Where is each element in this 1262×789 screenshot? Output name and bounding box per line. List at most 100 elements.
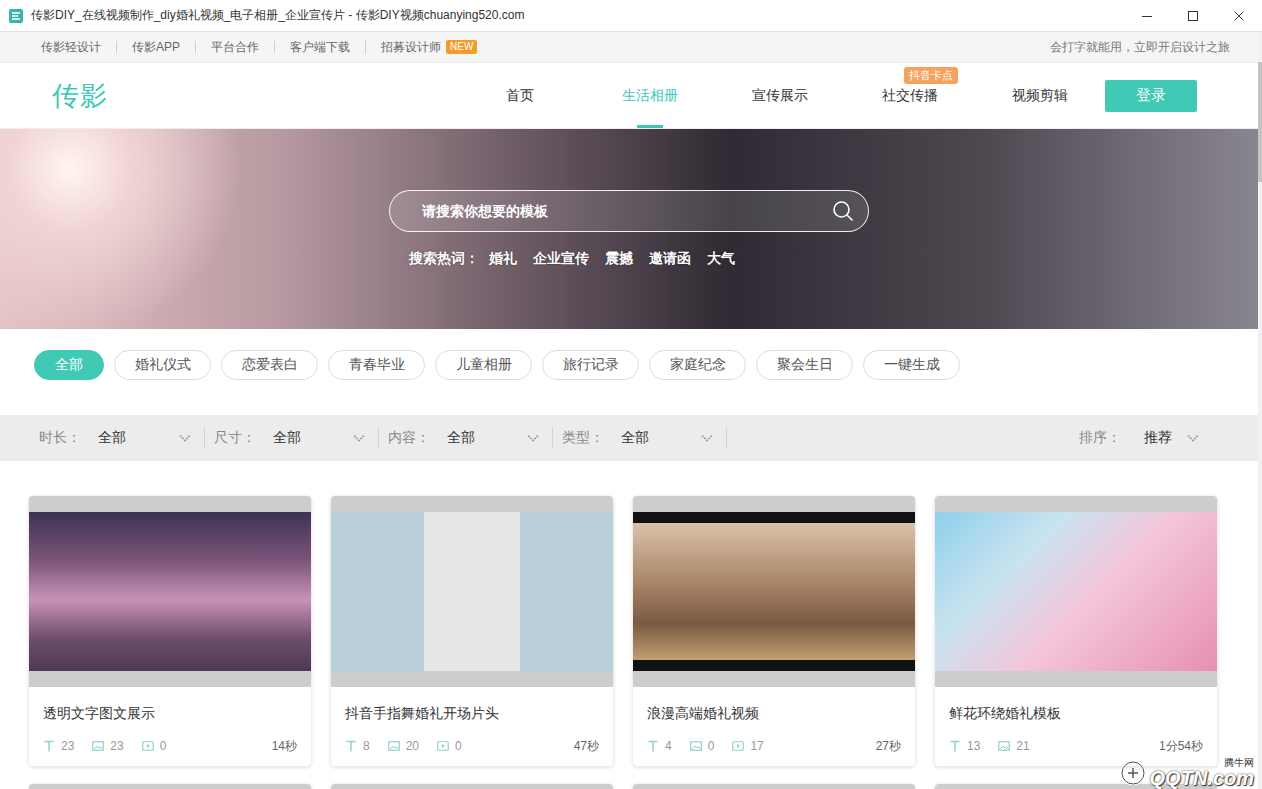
card-stats: 2323014秒 [43,736,297,756]
category-label: 一键生成 [884,356,940,374]
card-preview [29,512,311,671]
top-link-label: 平台合作 [211,41,259,53]
card-preview [633,512,915,671]
top-link-label: 传影轻设计 [41,41,101,53]
scrollbar[interactable] [1258,32,1262,789]
category-label: 家庭纪念 [670,356,726,374]
template-card[interactable]: 鲜花环绕婚礼模板13211分54秒 [935,496,1217,766]
category-label: 全部 [55,356,83,374]
nav-item[interactable]: 视频剪辑 [975,63,1105,128]
top-link-label: 客户端下载 [290,41,350,53]
template-card[interactable] [29,784,311,789]
top-link-label: 传影APP [132,41,180,53]
card-body: 浪漫高端婚礼视频401727秒 [633,687,915,766]
filter-value: 全部 [98,429,126,447]
category-pill[interactable]: 婚礼仪式 [114,350,211,380]
close-button[interactable] [1216,0,1262,31]
card-body: 抖音手指舞婚礼开场片头820047秒 [331,687,613,766]
card-duration: 27秒 [876,736,901,756]
card-title: 浪漫高端婚礼视频 [647,703,901,723]
category-bar: 全部 婚礼仪式恋爱表白青春毕业儿童相册旅行记录 家庭纪念 聚会生日 一键生成 [0,329,1258,415]
text-icon [647,740,659,752]
filter-dropdown[interactable]: 尺寸：全部 [205,427,379,449]
card-preview-frame [29,496,311,687]
hot-word[interactable]: 震撼 [605,250,633,268]
category-pill[interactable]: 儿童相册 [435,350,532,380]
top-link[interactable]: 传影轻设计 [41,41,116,53]
image-count: 23 [92,736,123,756]
category-pill[interactable]: 青春毕业 [328,350,425,380]
top-link[interactable]: 传影APP [116,41,195,53]
filter-dropdown[interactable]: 时长：全部 [39,427,205,449]
filter-dropdown[interactable]: 内容：全部 [379,427,553,449]
card-title: 透明文字图文展示 [43,703,297,723]
image-count: 0 [690,736,715,756]
hot-word[interactable]: 企业宣传 [533,250,589,268]
filter-dropdown[interactable]: 类型： 全部 [553,427,727,449]
nav-item-label: 首页 [506,87,534,105]
text-count-value: 8 [363,736,370,756]
category-pill[interactable]: 旅行记录 [542,350,639,380]
dropdown-icon[interactable] [352,433,366,443]
hero-search-column: 搜索热词：婚礼企业宣传震撼邀请函大气 [389,129,869,268]
hero-banner: 搜索热词：婚礼企业宣传震撼邀请函大气 [0,129,1258,329]
category-pill[interactable]: 恋爱表白 [221,350,318,380]
hot-words: 搜索热词：婚礼企业宣传震撼邀请函大气 [389,250,869,268]
active-underline [637,125,663,128]
template-card[interactable] [633,784,915,789]
template-card[interactable] [331,784,613,789]
nav-item[interactable]: 社交传播抖音卡点 [845,63,975,128]
filter-bar: 时长：全部尺寸：全部内容：全部类型： 全部 排序：推荐 [0,415,1258,461]
nav-item[interactable]: 宣传展示 [715,63,845,128]
category-pill[interactable]: 聚会生日 [756,350,853,380]
top-link-label: 招募设计师 [381,41,441,53]
top-link[interactable]: 平台合作 [195,41,274,53]
filter-value: 全部 [447,429,475,447]
video-count: 17 [732,736,763,756]
nav-item-label: 视频剪辑 [1012,87,1068,105]
image-icon [998,740,1010,752]
top-bar: 传影轻设计传影APP平台合作客户端下载招募设计师NEW会打字就能用，立即开启设计… [0,32,1258,63]
top-link[interactable]: 招募设计师 NEW [365,40,492,54]
scrollbar-thumb[interactable] [1258,62,1262,182]
maximize-button[interactable] [1170,0,1216,31]
hot-word[interactable]: 大气 [707,250,735,268]
text-count: 8 [345,736,370,756]
nav-item-label: 生活相册 [622,87,678,105]
hot-word[interactable]: 邀请函 [649,250,691,268]
text-count-value: 23 [61,736,74,756]
template-card[interactable]: 浪漫高端婚礼视频401727秒 [633,496,915,766]
template-card[interactable]: 透明文字图文展示2323014秒 [29,496,311,766]
dropdown-icon[interactable] [526,433,540,443]
nav-item[interactable]: 首页 [455,63,585,128]
nav-item[interactable]: 生活相册 [585,63,715,128]
search-input[interactable] [420,202,832,220]
login-button[interactable]: 登录 [1105,80,1197,112]
filter-label: 类型： [562,429,604,447]
top-link[interactable]: 客户端下载 [274,41,365,53]
image-count-value: 20 [406,736,419,756]
card-title: 鲜花环绕婚礼模板 [949,703,1203,723]
dropdown-icon[interactable] [178,433,192,443]
card-body: 鲜花环绕婚礼模板13211分54秒 [935,687,1217,766]
video-count: 0 [142,736,167,756]
filter-value: 全部 [273,429,301,447]
category-pill[interactable]: 全部 [34,350,104,380]
card-title: 抖音手指舞婚礼开场片头 [345,703,599,723]
category-pill[interactable]: 一键生成 [863,350,960,380]
sort-dropdown[interactable]: 排序：推荐 [1079,429,1200,447]
logo[interactable]: 传影 [52,78,108,114]
search-icon[interactable] [832,200,854,222]
sort-label: 排序： [1079,429,1121,447]
hot-word[interactable]: 婚礼 [489,250,517,268]
dropdown-icon[interactable] [700,433,714,443]
category-pill[interactable]: 家庭纪念 [649,350,746,380]
card-duration: 1分54秒 [1159,736,1203,756]
minimize-button[interactable] [1124,0,1170,31]
filter-value: 全部 [621,429,649,447]
template-card[interactable]: 抖音手指舞婚礼开场片头820047秒 [331,496,613,766]
app-icon [8,8,24,24]
new-badge: NEW [446,40,477,54]
nav-item-label: 宣传展示 [752,87,808,105]
dropdown-icon[interactable] [1186,433,1200,443]
